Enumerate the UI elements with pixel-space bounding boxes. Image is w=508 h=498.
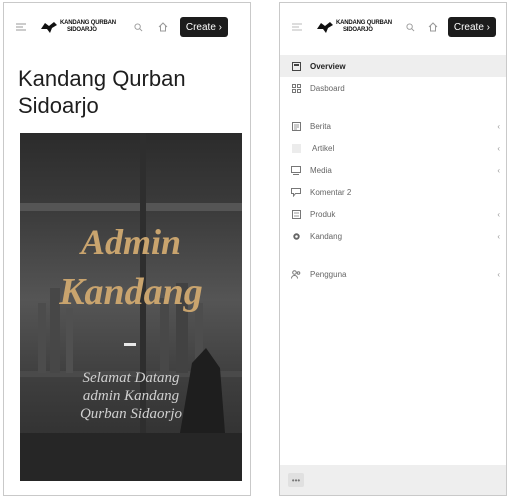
- brand-logo[interactable]: KANDANG QURBAN SIDOARJO: [40, 16, 116, 38]
- comment-icon: [290, 186, 302, 198]
- sidebar-item-media[interactable]: Media ‹: [280, 159, 506, 181]
- sidebar-nav: Overview Dasboard Berita ‹ Artikel ‹ Med…: [280, 55, 506, 285]
- home-icon[interactable]: [424, 18, 442, 36]
- create-button[interactable]: Create ›: [179, 17, 228, 37]
- sidebar-item-overview[interactable]: Overview: [280, 55, 506, 77]
- sidebar-screen: KANDANG QURBAN SIDOARJO Create › Overview…: [279, 2, 507, 496]
- sidebar-item-komentar[interactable]: Komentar 2: [280, 181, 506, 203]
- top-bar: KANDANG QURBAN SIDOARJO Create ›: [4, 3, 250, 51]
- chevron-left-icon[interactable]: ‹: [497, 203, 500, 225]
- chevron-left-icon[interactable]: ‹: [497, 225, 500, 247]
- sidebar-item-label: Kandang: [310, 231, 343, 241]
- sidebar-item-label: Komentar 2: [310, 187, 352, 197]
- hero-banner: Admin Kandang Selamat Datang admin Kanda…: [20, 133, 242, 481]
- sidebar-item-label: Artikel: [312, 143, 335, 153]
- menu-icon[interactable]: [10, 16, 32, 38]
- page-title-line1: Kandang Qurban: [18, 66, 186, 91]
- settings-icon: [290, 230, 302, 242]
- search-icon[interactable]: [130, 18, 148, 36]
- cow-logo-icon: [41, 22, 57, 33]
- hero-heading-admin: Admin: [80, 222, 182, 262]
- sidebar-item-label: Media: [310, 165, 332, 175]
- sidebar-item-kandang[interactable]: Kandang ‹: [280, 225, 506, 247]
- sidebar-item-label: Berita: [310, 121, 331, 131]
- page-title-line2: Sidoarjo: [18, 93, 99, 118]
- article-icon: [292, 143, 301, 153]
- top-bar: KANDANG QURBAN SIDOARJO Create ›: [280, 3, 506, 51]
- grid-icon: [290, 82, 302, 94]
- product-icon: [290, 208, 302, 220]
- sidebar-item-label: Overview: [310, 61, 346, 71]
- chevron-left-icon[interactable]: ‹: [497, 159, 500, 181]
- sidebar-item-label: Pengguna: [310, 269, 347, 279]
- create-button[interactable]: Create ›: [447, 17, 496, 37]
- news-icon: [290, 120, 302, 132]
- search-icon[interactable]: [402, 18, 420, 36]
- sidebar-item-label: Dasboard: [310, 83, 345, 93]
- brand-name: KANDANG QURBAN SIDOARJO: [336, 20, 392, 33]
- home-icon[interactable]: [154, 18, 172, 36]
- media-icon: [290, 164, 302, 176]
- brand-name: KANDANG QURBAN SIDOARJO: [60, 20, 116, 33]
- sidebar-footer: •••: [280, 465, 506, 495]
- overview-icon: [290, 60, 302, 72]
- home-screen: KANDANG QURBAN SIDOARJO Create › Kandang …: [3, 2, 251, 496]
- users-icon: [290, 268, 302, 280]
- chevron-left-icon[interactable]: ‹: [497, 263, 500, 285]
- sidebar-item-artikel[interactable]: Artikel ‹: [280, 137, 506, 159]
- brand-logo[interactable]: KANDANG QURBAN SIDOARJO: [316, 16, 392, 38]
- menu-icon[interactable]: [286, 16, 308, 38]
- hero-heading-kandang: Kandang: [59, 271, 203, 313]
- page-title: Kandang Qurban Sidoarjo: [18, 65, 238, 119]
- hero-welcome-text: Selamat Datang admin Kandang Qurban Sida…: [79, 370, 183, 422]
- sidebar-item-pengguna[interactable]: Pengguna ‹: [280, 263, 506, 285]
- sidebar-item-label: Produk: [310, 209, 336, 219]
- sidebar-item-dasboard[interactable]: Dasboard: [280, 77, 506, 99]
- chevron-left-icon[interactable]: ‹: [497, 137, 500, 159]
- cow-logo-icon: [317, 22, 333, 33]
- chevron-left-icon[interactable]: ‹: [497, 115, 500, 137]
- sidebar-item-berita[interactable]: Berita ‹: [280, 115, 506, 137]
- hero-divider: [124, 343, 136, 346]
- more-button[interactable]: •••: [288, 473, 304, 487]
- sidebar-item-produk[interactable]: Produk ‹: [280, 203, 506, 225]
